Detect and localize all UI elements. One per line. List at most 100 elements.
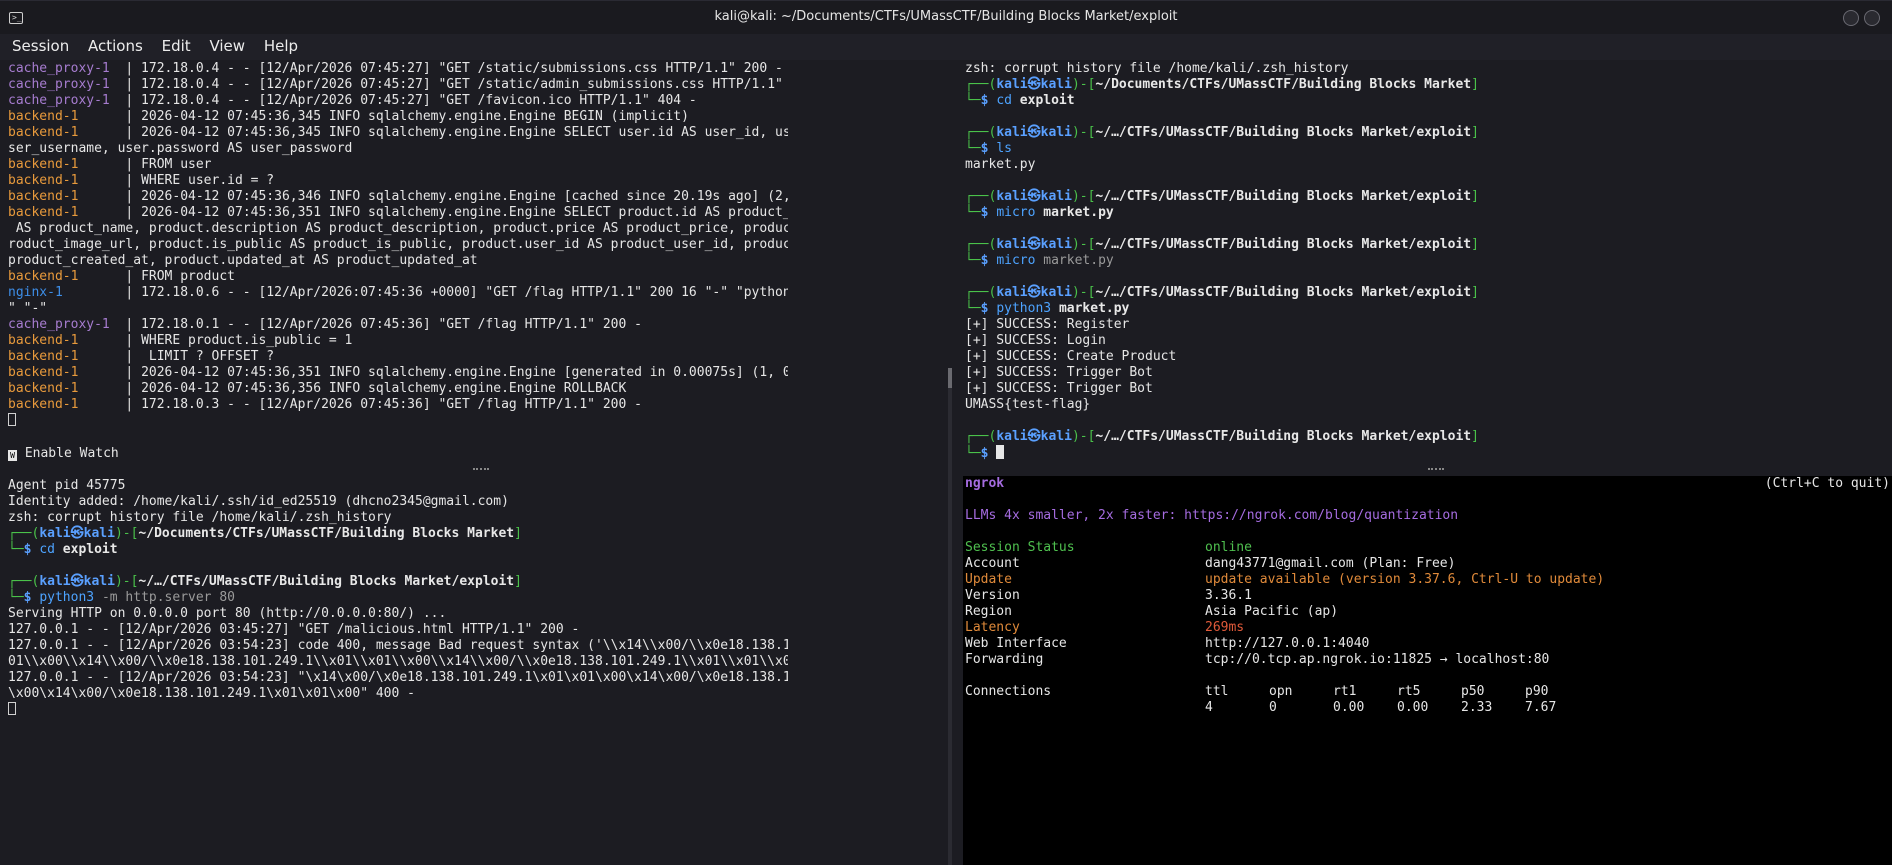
log-text: | WHERE product.is_public = 1 [78, 333, 353, 348]
command-name: micro [996, 205, 1036, 220]
ngrok-row: Version 3.36.1 [965, 588, 1890, 604]
vertical-pane-divider[interactable] [948, 368, 952, 865]
log-service-name: backend-1 [8, 349, 79, 364]
log-service-name: cache_proxy-1 [8, 93, 110, 108]
prompt-line-2: └─$ cd exploit [8, 542, 788, 558]
connections-col-value: 4 [1205, 700, 1213, 715]
log-text: | 2026-04-12 07:45:36,351 INFO sqlalchem… [78, 365, 788, 380]
prompt-bracket: )-[ [1071, 189, 1096, 204]
menu-help[interactable]: Help [264, 37, 298, 55]
log-service-name: backend-1 [8, 189, 79, 204]
prompt-arrow: └─ [8, 542, 24, 557]
prompt-path: ~/Documents/CTFs/UMassCTF/Building Block… [1095, 77, 1472, 92]
prompt-path: ~/…/CTFs/UMassCTF/Building Blocks Market… [1095, 125, 1472, 140]
log-text: | LIMIT ? OFFSET ? [78, 349, 275, 364]
output-line: [+] SUCCESS: Trigger Bot [965, 365, 1153, 380]
log-service-name: cache_proxy-1 [8, 317, 110, 332]
log-line: product_created_at, product.updated_at A… [8, 253, 788, 269]
ngrok-pane[interactable]: ngrok (Ctrl+C to quit) LLMs 4x smaller, 2x… [963, 476, 1892, 865]
ngrok-row-label: Account [965, 556, 1020, 571]
prompt-bracket: ┌──( [965, 125, 997, 140]
log-line: roduct_image_url, product.is_public AS p… [8, 237, 788, 253]
log-text: | WHERE user.id = ? [78, 173, 275, 188]
log-text: | 172.18.0.3 - - [12/Apr/2026 07:45:36] … [78, 397, 642, 412]
ngrok-header: ngrok (Ctrl+C to quit) [965, 476, 1890, 492]
ngrok-row: Latency 269ms [965, 620, 1890, 636]
minimize-button[interactable] [1843, 10, 1859, 26]
prompt-bracket: )-[ [114, 526, 139, 541]
prompt-bracket: )-[ [1071, 125, 1096, 140]
log-text: | 172.18.0.6 - - [12/Apr/2026:07:45:36 +… [125, 285, 788, 300]
output-line: Agent pid 45775 [8, 478, 126, 493]
prompt-bracket: ] [1471, 189, 1479, 204]
prompt-line-2: └─$ python3 market.py [965, 301, 1892, 317]
docker-logs-pane[interactable]: cache_proxy-1 | 172.18.0.4 - - [12/Apr/2… [8, 61, 788, 431]
ngrok-row: Update update available (version 3.37.6, … [965, 572, 1890, 588]
enable-watch-label[interactable]: Enable Watch [17, 446, 119, 461]
connections-header-row: Connections ttl opn rt1 rt5 p50 p90 [965, 684, 1890, 700]
prompt-path: ~/…/CTFs/UMassCTF/Building Blocks Market… [1095, 237, 1472, 252]
terminal-cursor [996, 445, 1005, 459]
prompt-bracket: ] [514, 526, 522, 541]
prompt-bracket: )-[ [1071, 237, 1096, 252]
right-split-handle[interactable] [1428, 468, 1444, 470]
prompt-bracket: ] [1471, 429, 1479, 444]
close-button[interactable] [1864, 10, 1880, 26]
connections-col-value: 0.00 [1397, 700, 1429, 715]
output-line: 127.0.0.1 - - [12/Apr/2026 03:54:23] cod… [8, 638, 788, 653]
prompt-bracket: )-[ [1071, 429, 1096, 444]
menu-view[interactable]: View [209, 37, 245, 55]
log-service-name: cache_proxy-1 [8, 61, 110, 76]
left-split-handle[interactable] [473, 468, 489, 470]
log-line: nginx-1 | 172.18.0.6 - - [12/Apr/2026:07… [8, 285, 788, 301]
divider-thumb[interactable] [948, 368, 952, 388]
log-service-name: backend-1 [8, 397, 79, 412]
log-line: ser_username, user.password AS user_pass… [8, 141, 788, 157]
enable-watch[interactable]: W Enable Watch [8, 446, 788, 462]
log-line: backend-1 | WHERE product.is_public = 1 [8, 333, 788, 349]
prompt-line-1: ┌──(kali㉿kali)-[~/…/CTFs/UMassCTF/Buildi… [965, 285, 1892, 301]
ngrok-row-value: update available (version 3.37.6, Ctrl-U… [1205, 572, 1605, 587]
command-arg: exploit [62, 542, 118, 557]
prompt-line-2: └─$ python3 -m http.server 80 [8, 590, 788, 606]
menu-actions[interactable]: Actions [88, 37, 143, 55]
prompt-path: ~/…/CTFs/UMassCTF/Building Blocks Market… [1095, 429, 1472, 444]
menu-session[interactable]: Session [12, 37, 69, 55]
log-line: cache_proxy-1 | 172.18.0.4 - - [12/Apr/2… [8, 61, 788, 77]
menu-edit[interactable]: Edit [162, 37, 191, 55]
cursor-line [8, 413, 788, 429]
connections-col-value: 0 [1269, 700, 1277, 715]
prompt-arrow: └─ [965, 446, 981, 461]
prompt-dollar: $ [980, 205, 997, 220]
log-text: ser_username, user.password AS user_pass… [8, 141, 353, 156]
log-service-name: backend-1 [8, 333, 79, 348]
prompt-bracket: )-[ [1071, 77, 1096, 92]
log-text: | FROM user [78, 157, 212, 172]
log-text: | 172.18.0.4 - - [12/Apr/2026 07:45:27] … [109, 77, 788, 92]
exploit-shell-pane[interactable]: zsh: corrupt history file /home/kali/.zs… [965, 61, 1892, 466]
log-text: | 2026-04-12 07:45:36,345 INFO sqlalchem… [78, 109, 689, 124]
prompt-arrow: └─ [965, 301, 981, 316]
prompt-bracket: ┌──( [965, 237, 997, 252]
log-service-name: cache_proxy-1 [8, 77, 110, 92]
prompt-bracket: ] [1471, 77, 1479, 92]
ngrok-row-value: tcp://0.tcp.ap.ngrok.io:11825 → localhos… [1205, 652, 1550, 667]
cursor-line [8, 702, 788, 718]
prompt-user-host: kali㉿kali [996, 77, 1072, 92]
command-name: python3 [39, 590, 95, 605]
ngrok-row-label: Region [965, 604, 1012, 619]
log-text: product_created_at, product.updated_at A… [8, 253, 478, 268]
log-service-name: nginx-1 [8, 285, 63, 300]
http-server-pane[interactable]: W Enable Watch Agent pid 45775 Identity ad… [8, 446, 788, 746]
prompt-arrow: └─ [965, 205, 981, 220]
terminal-cursor [8, 413, 16, 426]
prompt-bracket: )-[ [114, 574, 139, 589]
command-name: cd [996, 93, 1012, 108]
prompt-line-2: └─$ cd exploit [965, 93, 1892, 109]
prompt-line-1: ┌──(kali㉿kali)-[~/…/CTFs/UMassCTF/Buildi… [965, 189, 1892, 205]
menu-bar: Session Actions Edit View Help [0, 34, 1892, 60]
prompt-dollar: $ [23, 590, 40, 605]
